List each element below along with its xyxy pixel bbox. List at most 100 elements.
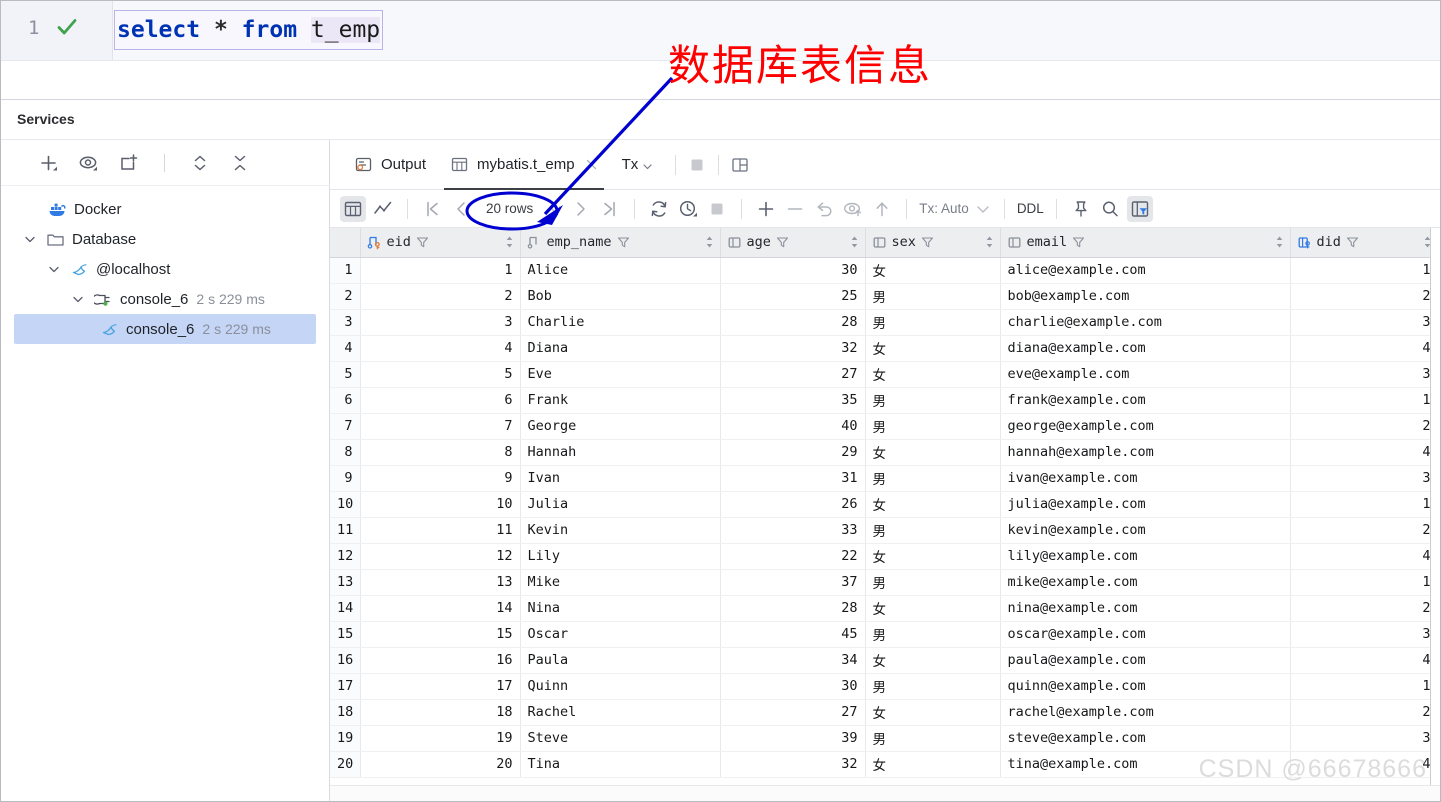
cell-sex[interactable]: 男 xyxy=(865,309,1001,336)
cell-emp_name[interactable]: Nina xyxy=(520,595,721,622)
cell-eid[interactable]: 19 xyxy=(360,725,521,752)
cell-eid[interactable]: 20 xyxy=(360,751,521,778)
undo-icon[interactable] xyxy=(812,197,836,221)
cell-did[interactable]: 1 xyxy=(1290,673,1439,700)
cell-email[interactable]: ivan@example.com xyxy=(1000,465,1291,492)
vertical-scrollbar[interactable] xyxy=(1430,228,1441,801)
delete-row-icon[interactable] xyxy=(783,197,807,221)
sql-statement-line[interactable]: select * from t_emp xyxy=(114,10,384,50)
cell-sex[interactable]: 男 xyxy=(865,725,1001,752)
filter-panel-icon[interactable] xyxy=(1126,195,1153,222)
cell-email[interactable]: kevin@example.com xyxy=(1000,517,1291,544)
cell-email[interactable]: rachel@example.com xyxy=(1000,699,1291,726)
chevron-down-icon[interactable] xyxy=(70,291,86,307)
cell-eid[interactable]: 2 xyxy=(360,283,521,310)
cell-did[interactable]: 3 xyxy=(1290,309,1439,336)
last-page-icon[interactable] xyxy=(598,197,622,221)
tab-output[interactable]: Output xyxy=(342,140,438,190)
stop-square-icon[interactable] xyxy=(686,154,708,176)
next-page-icon[interactable] xyxy=(569,197,593,221)
cell-age[interactable]: 31 xyxy=(720,465,866,492)
tx-dropdown-icon[interactable] xyxy=(974,200,992,218)
cell-sex[interactable]: 女 xyxy=(865,491,1001,518)
cell-did[interactable]: 2 xyxy=(1290,517,1439,544)
cell-email[interactable]: hannah@example.com xyxy=(1000,439,1291,466)
cell-sex[interactable]: 女 xyxy=(865,543,1001,570)
cell-emp_name[interactable]: Tina xyxy=(520,751,721,778)
filter-icon[interactable] xyxy=(921,236,934,249)
cell-email[interactable]: diana@example.com xyxy=(1000,335,1291,362)
column-header-email[interactable]: email xyxy=(1000,228,1291,258)
submit-icon[interactable] xyxy=(841,197,865,221)
cell-email[interactable]: nina@example.com xyxy=(1000,595,1291,622)
cell-email[interactable]: julia@example.com xyxy=(1000,491,1291,518)
show-hide-icon[interactable] xyxy=(78,152,100,174)
table-row[interactable]: 6 6 Frank 35 男 frank@example.com 1 xyxy=(330,387,1439,414)
table-row[interactable]: 20 20 Tina 32 女 tina@example.com 4 xyxy=(330,751,1439,778)
table-row[interactable]: 10 10 Julia 26 女 julia@example.com 1 xyxy=(330,491,1439,518)
column-header-age[interactable]: age xyxy=(720,228,866,258)
tree-item-console6-connection[interactable]: console_6 2 s 229 ms xyxy=(0,284,330,314)
cell-sex[interactable]: 女 xyxy=(865,257,1001,284)
history-clock-icon[interactable] xyxy=(676,197,700,221)
cell-did[interactable]: 1 xyxy=(1290,491,1439,518)
cell-did[interactable]: 3 xyxy=(1290,361,1439,388)
pin-icon[interactable] xyxy=(1069,197,1093,221)
cell-email[interactable]: steve@example.com xyxy=(1000,725,1291,752)
cell-sex[interactable]: 男 xyxy=(865,413,1001,440)
cell-age[interactable]: 45 xyxy=(720,621,866,648)
cell-emp_name[interactable]: Lily xyxy=(520,543,721,570)
cell-did[interactable]: 4 xyxy=(1290,335,1439,362)
ddl-button[interactable]: DDL xyxy=(1017,201,1044,216)
cell-emp_name[interactable]: George xyxy=(520,413,721,440)
cell-email[interactable]: tina@example.com xyxy=(1000,751,1291,778)
cell-eid[interactable]: 7 xyxy=(360,413,521,440)
cell-sex[interactable]: 女 xyxy=(865,751,1001,778)
tab-mybatis-t-emp[interactable]: mybatis.t_emp xyxy=(438,140,610,190)
sort-icon[interactable] xyxy=(850,235,859,249)
cell-sex[interactable]: 女 xyxy=(865,699,1001,726)
cell-emp_name[interactable]: Kevin xyxy=(520,517,721,544)
cell-did[interactable]: 2 xyxy=(1290,413,1439,440)
grid-view-icon[interactable] xyxy=(340,195,366,222)
cell-emp_name[interactable]: Ivan xyxy=(520,465,721,492)
cell-sex[interactable]: 男 xyxy=(865,517,1001,544)
cell-did[interactable]: 4 xyxy=(1290,647,1439,674)
cell-age[interactable]: 25 xyxy=(720,283,866,310)
cell-eid[interactable]: 10 xyxy=(360,491,521,518)
row-count-label[interactable]: 20 rows xyxy=(478,199,541,218)
collapse-all-icon[interactable] xyxy=(229,152,251,174)
chevron-down-icon[interactable] xyxy=(46,261,62,277)
cell-sex[interactable]: 女 xyxy=(865,439,1001,466)
cell-sex[interactable]: 男 xyxy=(865,387,1001,414)
cell-sex[interactable]: 女 xyxy=(865,361,1001,388)
table-row[interactable]: 18 18 Rachel 27 女 rachel@example.com 2 xyxy=(330,699,1439,726)
sort-icon[interactable] xyxy=(705,235,714,249)
cell-did[interactable]: 2 xyxy=(1290,699,1439,726)
cell-emp_name[interactable]: Paula xyxy=(520,647,721,674)
first-page-icon[interactable] xyxy=(420,197,444,221)
cell-sex[interactable]: 女 xyxy=(865,647,1001,674)
table-row[interactable]: 13 13 Mike 37 男 mike@example.com 1 xyxy=(330,569,1439,596)
cell-age[interactable]: 33 xyxy=(720,517,866,544)
stop-square-icon[interactable] xyxy=(705,197,729,221)
column-header-eid[interactable]: eid xyxy=(360,228,521,258)
sort-icon[interactable] xyxy=(985,235,994,249)
cell-age[interactable]: 30 xyxy=(720,257,866,284)
table-row[interactable]: 8 8 Hannah 29 女 hannah@example.com 4 xyxy=(330,439,1439,466)
table-row[interactable]: 3 3 Charlie 28 男 charlie@example.com 3 xyxy=(330,309,1439,336)
column-header-sex[interactable]: sex xyxy=(865,228,1001,258)
new-tab-icon[interactable] xyxy=(118,152,140,174)
cell-did[interactable]: 3 xyxy=(1290,465,1439,492)
tree-item-localhost[interactable]: @localhost xyxy=(0,254,330,284)
cell-emp_name[interactable]: Steve xyxy=(520,725,721,752)
prev-page-icon[interactable] xyxy=(449,197,473,221)
layout-panes-icon[interactable] xyxy=(729,154,751,176)
cell-emp_name[interactable]: Alice xyxy=(520,257,721,284)
filter-icon[interactable] xyxy=(1072,236,1085,249)
tx-mode-label[interactable]: Tx: Auto xyxy=(919,201,969,216)
add-row-icon[interactable] xyxy=(754,197,778,221)
cell-sex[interactable]: 女 xyxy=(865,595,1001,622)
cell-age[interactable]: 35 xyxy=(720,387,866,414)
cell-age[interactable]: 22 xyxy=(720,543,866,570)
